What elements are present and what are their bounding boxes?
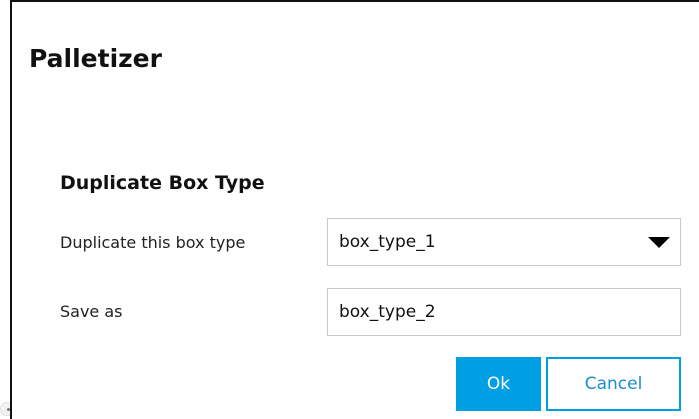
box-type-select-value: box_type_1 [339, 232, 436, 252]
ok-button[interactable]: Ok [456, 357, 541, 411]
palletizer-dialog: Palletizer Duplicate Box Type Duplicate … [10, 0, 699, 419]
caret-down-icon[interactable] [648, 237, 670, 248]
section-title: Duplicate Box Type [60, 172, 265, 194]
duplicate-box-type-label: Duplicate this box type [60, 233, 246, 252]
box-type-select[interactable]: box_type_1 [327, 218, 681, 266]
save-as-input[interactable] [327, 288, 681, 336]
dialog-title: Palletizer [29, 44, 162, 73]
save-as-label: Save as [60, 302, 123, 321]
cancel-button[interactable]: Cancel [546, 357, 681, 411]
